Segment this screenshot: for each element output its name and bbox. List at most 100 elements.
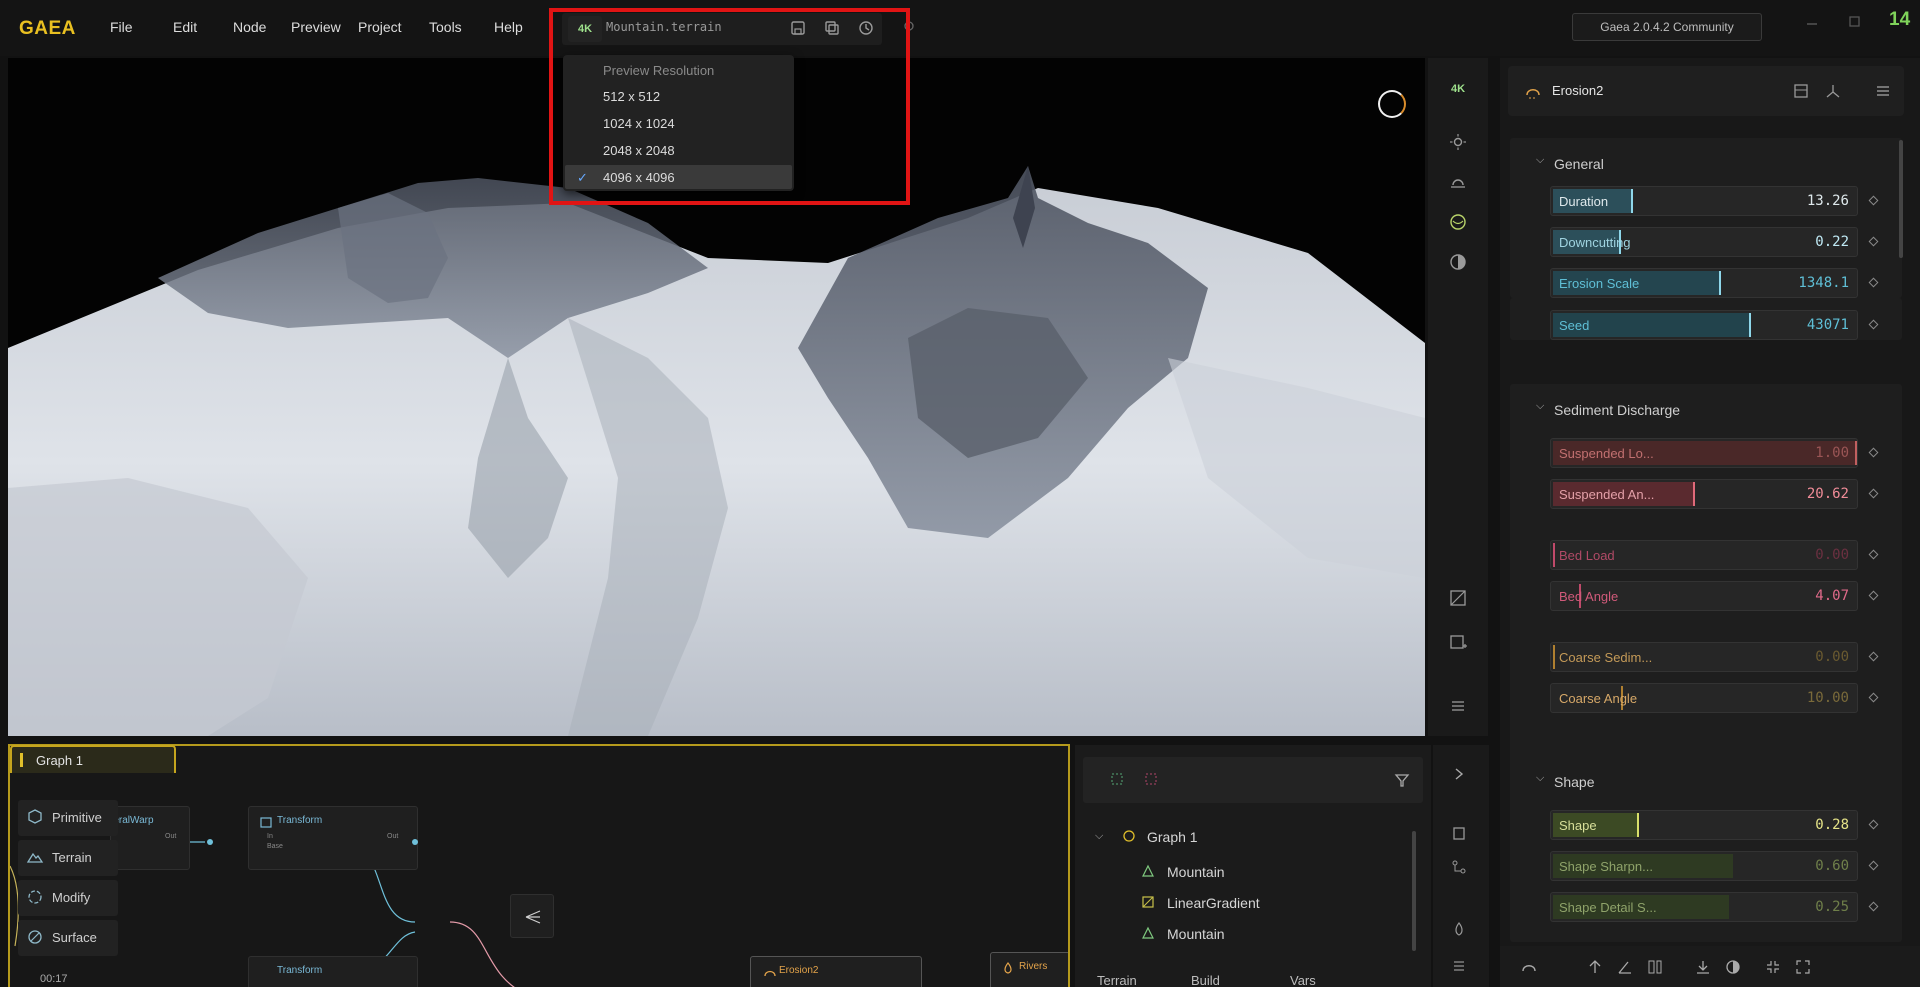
menu-help[interactable]: Help — [494, 19, 523, 35]
keyframe-icon[interactable] — [1868, 901, 1879, 912]
sun-icon[interactable] — [1448, 132, 1468, 152]
tab-build[interactable]: Build — [1191, 973, 1220, 987]
menu-file[interactable]: File — [110, 19, 133, 35]
keyframe-icon[interactable] — [1868, 319, 1879, 330]
layer-item[interactable]: Mountain — [1167, 864, 1225, 880]
menu-icon[interactable] — [1451, 957, 1467, 976]
node-name[interactable]: Erosion2 — [1552, 83, 1603, 98]
copy-icon[interactable] — [823, 19, 843, 39]
resolution-button[interactable]: 4K — [568, 16, 602, 42]
preview-icon[interactable] — [1792, 82, 1810, 103]
erosion-node-icon[interactable] — [1520, 958, 1538, 976]
list-icon[interactable] — [1448, 696, 1468, 716]
hamburger-icon[interactable] — [1874, 82, 1892, 103]
filter-icon[interactable] — [1393, 771, 1411, 789]
param-shape-detail-scale[interactable]: Shape Detail S... 0.25 — [1550, 892, 1858, 922]
angle-icon[interactable] — [1616, 958, 1634, 976]
contrast-icon[interactable] — [1724, 958, 1742, 976]
node-transform[interactable]: Transform In Base Out — [248, 806, 418, 870]
menu-project[interactable]: Project — [358, 19, 402, 35]
fire-icon[interactable] — [1451, 921, 1467, 940]
keyframe-icon[interactable] — [1868, 236, 1879, 247]
layer-root[interactable]: Graph 1 — [1147, 829, 1198, 845]
fullscreen-icon[interactable] — [1794, 958, 1812, 976]
param-suspended-angle[interactable]: Suspended An... 20.62 — [1550, 479, 1858, 509]
contrast-icon[interactable] — [1448, 252, 1468, 272]
maximize-icon[interactable] — [1846, 14, 1866, 34]
keyframe-icon[interactable] — [1868, 195, 1879, 206]
select-icon[interactable] — [1109, 771, 1127, 789]
library-terrain[interactable]: Terrain — [18, 840, 118, 876]
keyframe-icon[interactable] — [1868, 651, 1879, 662]
resolution-option-2048[interactable]: 2048 x 2048 — [565, 138, 792, 162]
resolution-option-4096[interactable]: ✓ 4096 x 4096 — [565, 165, 792, 189]
tab-vars[interactable]: Vars — [1290, 973, 1316, 987]
node-transform-2[interactable]: Transform — [248, 956, 418, 987]
keyframe-icon[interactable] — [1868, 488, 1879, 499]
branch-icon[interactable] — [1451, 859, 1467, 878]
node-rivers[interactable]: Rivers — [990, 952, 1068, 987]
keyframe-icon[interactable] — [1868, 447, 1879, 458]
node-warp[interactable]: ...eralWarp Out — [105, 806, 190, 870]
library-primitive[interactable]: Primitive — [18, 800, 118, 836]
keyframe-icon[interactable] — [1868, 819, 1879, 830]
layer-item[interactable]: LinearGradient — [1167, 895, 1260, 911]
history-icon[interactable] — [857, 19, 877, 39]
globe-icon[interactable] — [1448, 212, 1468, 232]
keyframe-icon[interactable] — [1868, 590, 1879, 601]
download-icon[interactable] — [1694, 958, 1712, 976]
resolution-option-512[interactable]: 512 x 512 — [565, 84, 792, 108]
menu-edit[interactable]: Edit — [173, 19, 197, 35]
library-modify[interactable]: Modify — [18, 880, 118, 916]
menu-preview[interactable]: Preview — [291, 19, 341, 35]
param-shape-sharpness[interactable]: Shape Sharpn... 0.60 — [1550, 851, 1858, 881]
resolution-option-1024[interactable]: 1024 x 1024 — [565, 111, 792, 135]
shrink-icon[interactable] — [1764, 958, 1782, 976]
library-surface[interactable]: Surface — [18, 920, 118, 956]
texture-icon[interactable] — [1448, 588, 1468, 608]
minimize-icon[interactable] — [1804, 14, 1824, 34]
layers-scrollbar[interactable] — [1412, 831, 1416, 951]
chevron-down-icon[interactable]: ⌵ — [1536, 772, 1544, 785]
keyframe-icon[interactable] — [1868, 277, 1879, 288]
param-coarse-sediment[interactable]: Coarse Sedim... 0.00 — [1550, 642, 1858, 672]
viewport-resolution-badge[interactable]: 4K — [1444, 78, 1472, 100]
param-shape[interactable]: Shape 0.28 — [1550, 810, 1858, 840]
file-name: Mountain.terrain — [606, 20, 722, 34]
split-icon[interactable] — [1586, 958, 1604, 976]
chevron-down-icon[interactable]: ⌵ — [1536, 400, 1544, 413]
graph-editor[interactable]: ...eralWarp Out Transform In Base Out Tr… — [8, 744, 1070, 987]
param-downcutting[interactable]: Downcutting 0.22 — [1550, 227, 1858, 257]
sunset-icon[interactable] — [1448, 172, 1468, 192]
keyframe-icon[interactable] — [1868, 549, 1879, 560]
param-coarse-angle[interactable]: Coarse Angle 10.00 — [1550, 683, 1858, 713]
param-seed[interactable]: Seed 43071 — [1550, 310, 1858, 340]
tab-terrain[interactable]: Terrain — [1097, 973, 1137, 987]
tab-graph-1[interactable]: Graph 1 — [10, 745, 176, 773]
section-general: ⌵ General Duration 13.26 Downcutting 0.2… — [1510, 138, 1902, 298]
properties-scrollbar[interactable] — [1899, 140, 1903, 258]
columns-icon[interactable] — [1646, 958, 1664, 976]
keyframe-icon[interactable] — [1868, 692, 1879, 703]
add-view-icon[interactable] — [1448, 632, 1468, 652]
param-suspended-load[interactable]: Suspended Lo... 1.00 — [1550, 438, 1858, 468]
menu-tools[interactable]: Tools — [429, 19, 462, 35]
node-combine[interactable] — [510, 894, 554, 938]
save-icon[interactable] — [789, 19, 809, 39]
axis-icon[interactable] — [1824, 82, 1842, 103]
chevron-down-icon[interactable]: ⌵ — [1536, 154, 1544, 167]
deselect-icon[interactable] — [1143, 771, 1161, 789]
param-duration[interactable]: Duration 13.26 — [1550, 186, 1858, 216]
param-erosion-scale[interactable]: Erosion Scale 1348.1 — [1550, 268, 1858, 298]
node-erosion2[interactable]: Erosion2 — [750, 956, 922, 987]
properties-toolbar — [1500, 946, 1920, 987]
clipboard-icon[interactable] — [1451, 825, 1467, 844]
layer-item[interactable]: Mountain — [1167, 926, 1225, 942]
param-bed-load[interactable]: Bed Load 0.00 — [1550, 540, 1858, 570]
menu-node[interactable]: Node — [233, 19, 266, 35]
param-bed-angle[interactable]: Bed Angle 4.07 — [1550, 581, 1858, 611]
chevron-down-icon[interactable]: ⌵ — [1095, 830, 1103, 843]
chevron-right-icon[interactable] — [1453, 767, 1465, 784]
link-icon[interactable] — [902, 19, 922, 39]
keyframe-icon[interactable] — [1868, 860, 1879, 871]
